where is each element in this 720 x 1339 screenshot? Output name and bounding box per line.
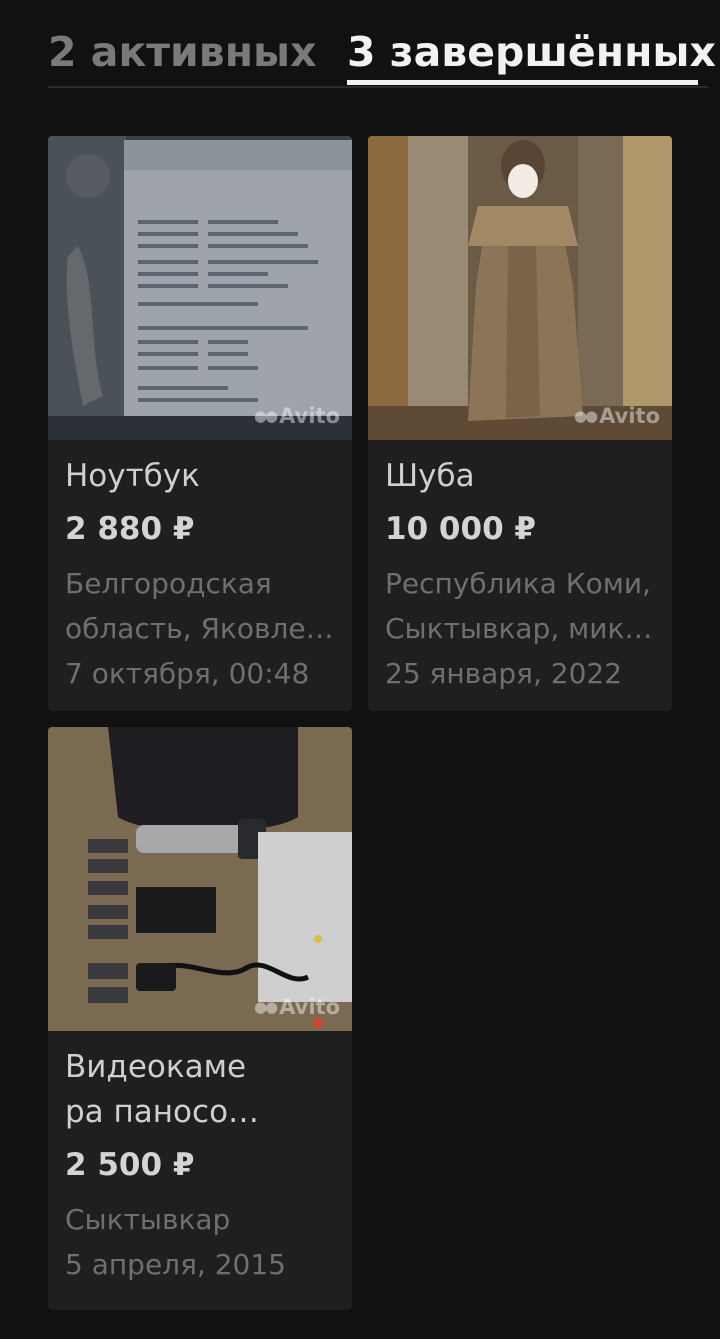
listing-title: Ноутбук [65,458,200,494]
listing-title: Шуба [385,458,475,494]
avito-logo-icon: ●● [573,407,598,425]
tab-completed[interactable]: 3 завершённых [347,28,716,76]
listing-location: Белгородская область, Яковле… [65,567,334,645]
listing-date: 7 октября, 00:48 [65,657,310,690]
listing-price: 10 000 ₽ [385,511,537,547]
avito-logo-icon: ●● [253,998,278,1016]
tab-active[interactable]: 2 активных [48,28,317,76]
avito-logo-icon: ●● [253,407,278,425]
listing-price: 2 880 ₽ [65,511,195,547]
listing-location: Сыктывкар [65,1203,231,1236]
listing-photo: ●● Avito [48,136,352,440]
listing-date: 5 апреля, 2015 [65,1248,286,1281]
listing-date: 25 января, 2022 [385,657,623,690]
avito-watermark: ●● Avito [253,995,340,1019]
avito-watermark: ●● Avito [573,404,660,428]
tab-indicator [347,80,698,85]
avito-watermark: ●● Avito [253,404,340,428]
laptop-screen-photo [48,136,352,440]
listing-card[interactable]: ●● Avito Шуба 10 000 ₽ Республика Коми, … [368,136,672,711]
listing-title: Видеокаме ра паносо… [65,1049,260,1130]
listing-photo: ●● Avito [48,727,352,1031]
listing-price: 2 500 ₽ [65,1147,195,1183]
fur-coat-photo [368,136,672,440]
tabs-bar: 2 активных 3 завершённых [48,22,716,88]
listing-card[interactable]: ●● Avito Ноутбук 2 880 ₽ Белгородская об… [48,136,352,711]
camcorder-photo [48,727,352,1031]
listing-location: Республика Коми, Сыктывкар, мик… [385,567,653,645]
listing-card[interactable]: ●● Avito Видеокаме ра паносо… 2 500 ₽ Сы… [48,727,352,1310]
listing-photo: ●● Avito [368,136,672,440]
